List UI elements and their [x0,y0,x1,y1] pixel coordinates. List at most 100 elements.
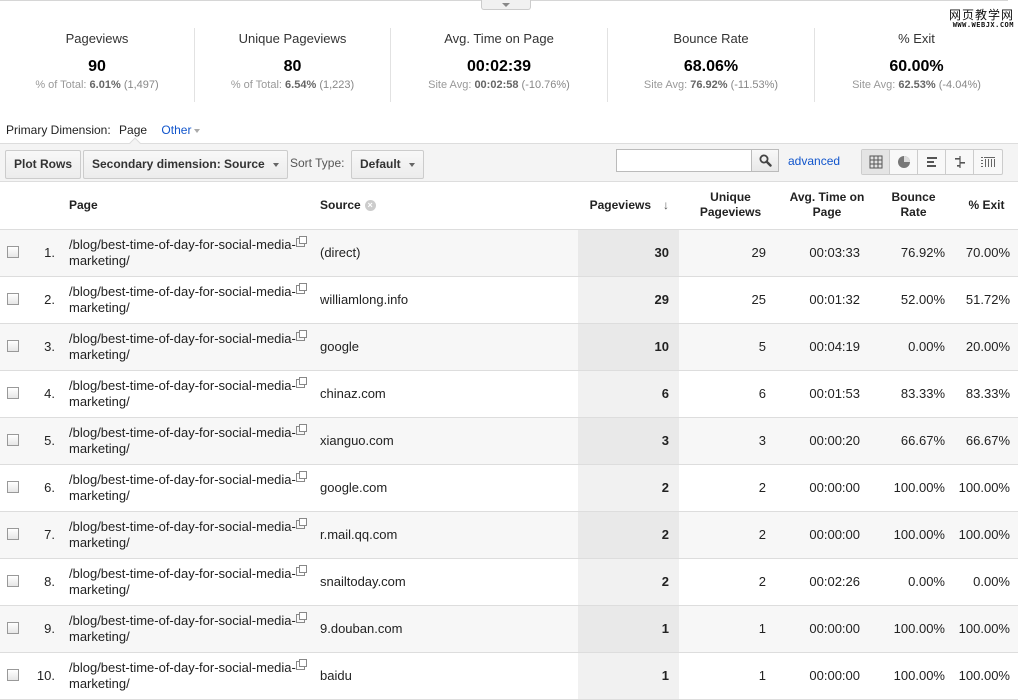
bar-chart-icon [926,157,937,167]
row-checkbox[interactable] [7,669,19,681]
row-select-cell [0,370,30,418]
page-link-cont[interactable]: marketing/ [69,535,130,550]
row-checkbox[interactable] [7,575,19,587]
page-link[interactable]: /blog/best-time-of-day-for-social-media- [69,566,296,581]
page-link[interactable]: /blog/best-time-of-day-for-social-media- [69,378,296,393]
pie-view-button[interactable] [890,150,918,174]
plot-rows-button[interactable]: Plot Rows [5,150,82,179]
row-exit: 20.00% [955,323,1018,371]
row-checkbox[interactable] [7,528,19,540]
external-link-icon[interactable] [295,329,307,341]
row-pageviews: 3 [578,417,679,465]
scorecard-value: 60.00% [889,58,944,75]
external-link-icon[interactable] [295,517,307,529]
row-checkbox[interactable] [7,340,19,352]
external-link-icon[interactable] [295,235,307,247]
external-link-icon[interactable] [295,658,307,670]
table-view-button[interactable] [862,150,890,174]
scorecard-avg-time: Avg. Time on Page 00:02:39 Site Avg: 00:… [391,28,608,102]
header-unique-pageviews[interactable]: Unique Pageviews [679,182,782,230]
primary-dimension-other[interactable]: Other [161,123,201,137]
row-index: 8. [30,558,69,606]
sort-type-dropdown[interactable]: Default [351,150,424,179]
external-link-icon[interactable] [295,282,307,294]
data-table: Page Source × Pageviews ↓ Unique Pageviews … [0,182,1018,700]
row-bounce-rate: 52.00% [872,276,955,324]
row-avg-time: 00:00:00 [782,605,872,653]
scorecard-value: 00:02:39 [466,58,532,75]
secondary-dimension-dropdown[interactable]: Secondary dimension: Source [83,150,288,179]
row-checkbox[interactable] [7,481,19,493]
page-link-cont[interactable]: marketing/ [69,347,130,362]
row-select-cell [0,464,30,512]
page-link-cont[interactable]: marketing/ [69,488,130,503]
advanced-filter-link[interactable]: advanced [788,154,840,168]
page-link-cont[interactable]: marketing/ [69,394,130,409]
table-row: 9. /blog/best-time-of-day-for-social-med… [0,605,1018,653]
row-unique-pageviews: 29 [679,229,782,277]
page-link[interactable]: /blog/best-time-of-day-for-social-media- [69,660,296,675]
table-row: 7. /blog/best-time-of-day-for-social-med… [0,511,1018,559]
page-link-cont[interactable]: marketing/ [69,582,130,597]
row-select-cell [0,511,30,559]
scorecard-sub: Site Avg: 76.92% (-11.53%) [643,79,779,91]
row-checkbox[interactable] [7,434,19,446]
page-link[interactable]: /blog/best-time-of-day-for-social-media- [69,472,296,487]
scorecard-pageviews: Pageviews 90 % of Total: 6.01% (1,497) [0,28,195,102]
page-link-cont[interactable]: marketing/ [69,676,130,691]
external-link-icon[interactable] [295,611,307,623]
header-pageviews[interactable]: Pageviews ↓ [578,182,679,230]
external-link-icon[interactable] [295,470,307,482]
row-index: 7. [30,511,69,559]
page-link-cont[interactable]: marketing/ [69,300,130,315]
page-link[interactable]: /blog/best-time-of-day-for-social-media- [69,519,296,534]
row-checkbox[interactable] [7,622,19,634]
row-unique-pageviews: 2 [679,558,782,606]
page-link[interactable]: /blog/best-time-of-day-for-social-media- [69,613,296,628]
page-link[interactable]: /blog/best-time-of-day-for-social-media- [69,425,296,440]
external-link-icon[interactable] [295,376,307,388]
row-checkbox[interactable] [7,293,19,305]
row-unique-pageviews: 5 [679,323,782,371]
page-link[interactable]: /blog/best-time-of-day-for-social-media- [69,331,296,346]
row-exit: 100.00% [955,511,1018,559]
search-button[interactable] [751,149,779,172]
row-bounce-rate: 100.00% [872,511,955,559]
row-bounce-rate: 0.00% [872,558,955,606]
primary-dimension-label: Primary Dimension: [6,123,111,137]
scorecard-value: 90 [88,58,106,75]
row-source: chinaz.com [320,370,578,418]
row-source: r.mail.qq.com [320,511,578,559]
page-link-cont[interactable]: marketing/ [69,629,130,644]
row-source: baidu [320,652,578,700]
pivot-view-button[interactable] [974,150,1002,174]
comparison-view-button[interactable] [946,150,974,174]
row-exit: 0.00% [955,558,1018,606]
performance-view-button[interactable] [918,150,946,174]
page-link-cont[interactable]: marketing/ [69,441,130,456]
remove-secondary-dimension-icon[interactable]: × [364,200,376,212]
page-link[interactable]: /blog/best-time-of-day-for-social-media- [69,237,296,252]
row-bounce-rate: 76.92% [872,229,955,277]
collapse-toggle[interactable] [481,0,531,10]
row-checkbox[interactable] [7,246,19,258]
row-bounce-rate: 83.33% [872,370,955,418]
table-row: 6. /blog/best-time-of-day-for-social-med… [0,464,1018,512]
page-link-cont[interactable]: marketing/ [69,253,130,268]
row-select-cell [0,652,30,700]
row-source: xianguo.com [320,417,578,465]
header-exit[interactable]: % Exit [955,182,1018,230]
search-input[interactable] [616,149,752,172]
primary-dimension-page[interactable]: Page [119,123,147,137]
header-bounce-rate[interactable]: Bounce Rate [872,182,955,230]
external-link-icon[interactable] [295,423,307,435]
external-link-icon[interactable] [295,564,307,576]
row-checkbox[interactable] [7,387,19,399]
header-page[interactable]: Page [69,182,320,230]
header-source[interactable]: Source × [320,182,578,230]
header-avg-time-on-page[interactable]: Avg. Time on Page [782,182,872,230]
row-pageviews: 29 [578,276,679,324]
page-link[interactable]: /blog/best-time-of-day-for-social-media- [69,284,296,299]
view-switcher [861,149,1003,175]
sort-descending-icon: ↓ [663,197,669,212]
